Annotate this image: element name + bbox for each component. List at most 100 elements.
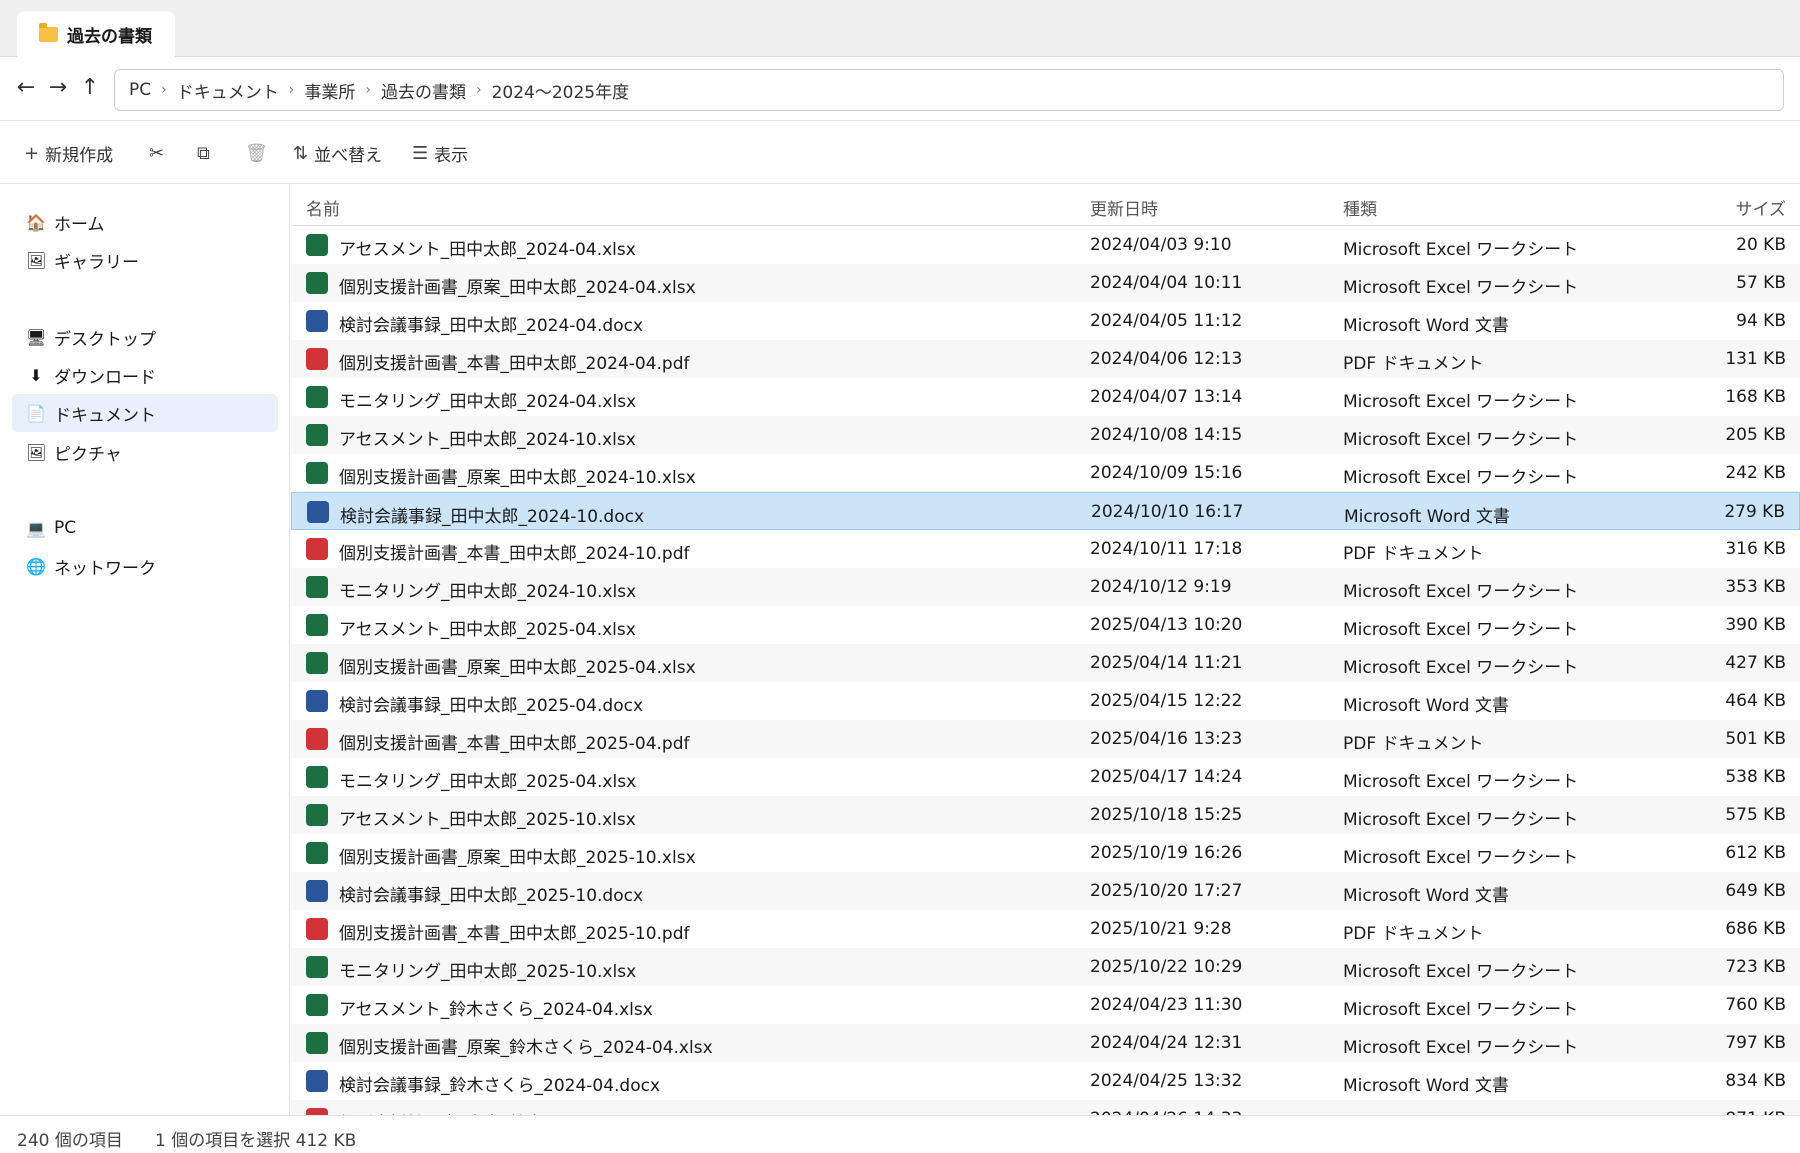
sort-button[interactable]: ⇅ 並べ替え: [293, 141, 382, 166]
file-name: 個別支援計画書_本書_田中太郎_2024-10.pdf: [339, 544, 690, 564]
excel-file-icon: [306, 614, 328, 636]
excel-file-icon: [306, 576, 328, 598]
table-row[interactable]: アセスメント_田中太郎_2025-04.xlsx 2025/04/13 10:20…: [291, 606, 1800, 644]
table-row[interactable]: 検討会議事録_田中太郎_2024-04.docx 2024/04/05 11:12…: [291, 302, 1800, 340]
file-type: Microsoft Word 文書: [1343, 696, 1509, 716]
file-date: 2024/04/04 10:11: [1090, 273, 1243, 293]
view-button[interactable]: ☰ 表示: [412, 141, 469, 166]
excel-file-icon: [306, 994, 328, 1016]
file-size: 797 KB: [1725, 1033, 1786, 1053]
sidebar-item-network[interactable]: 🌐 ネットワーク: [12, 547, 278, 585]
file-date: 2025/10/19 16:26: [1090, 843, 1243, 863]
file-date: 2024/04/07 13:14: [1090, 387, 1243, 407]
file-size: 94 KB: [1736, 311, 1786, 331]
pdf-file-icon: [306, 728, 328, 750]
file-type: Microsoft Excel ワークシート: [1343, 240, 1579, 260]
scissors-icon: ✂: [149, 142, 165, 164]
table-row[interactable]: 個別支援計画書_原案_田中太郎_2024-10.xlsx 2024/10/09 1…: [291, 454, 1800, 492]
table-row[interactable]: 検討会議事録_田中太郎_2024-10.docx 2024/10/10 16:17…: [291, 492, 1800, 530]
column-header-size[interactable]: サイズ: [1736, 195, 1787, 220]
excel-file-icon: [306, 234, 328, 256]
table-row[interactable]: アセスメント_田中太郎_2025-10.xlsx 2025/10/18 15:25…: [291, 796, 1800, 834]
table-row[interactable]: アセスメント_田中太郎_2024-10.xlsx 2024/10/08 14:15…: [291, 416, 1800, 454]
status-bar: 240 個の項目 1 個の項目を選択 412 KB: [0, 1115, 1800, 1153]
tab-past-documents[interactable]: 過去の書類: [17, 11, 175, 58]
breadcrumb-item-fiscal-year[interactable]: 2024〜2025年度: [492, 78, 630, 103]
file-date: 2025/10/18 15:25: [1090, 805, 1243, 825]
excel-file-icon: [306, 652, 328, 674]
file-size: 57 KB: [1736, 273, 1786, 293]
table-row[interactable]: 個別支援計画書_原案_田中太郎_2024-04.xlsx 2024/04/04 1…: [291, 264, 1800, 302]
file-type: Microsoft Word 文書: [1343, 1076, 1509, 1096]
pdf-file-icon: [306, 918, 328, 940]
file-date: 2025/04/13 10:20: [1090, 615, 1243, 635]
table-row[interactable]: アセスメント_田中太郎_2024-04.xlsx 2024/04/03 9:10 M…: [291, 226, 1800, 264]
table-row[interactable]: 個別支援計画書_本書_鈴木さくら_2024-04.pdf2024/04/26 1…: [291, 1100, 1800, 1115]
table-row[interactable]: 検討会議事録_田中太郎_2025-04.docx 2025/04/15 12:22…: [291, 682, 1800, 720]
column-header-date[interactable]: 更新日時: [1090, 195, 1158, 220]
file-size: 242 KB: [1725, 463, 1786, 483]
file-size: 538 KB: [1725, 767, 1786, 787]
file-size: 464 KB: [1725, 691, 1786, 711]
sidebar-item-label: デスクトップ: [54, 329, 156, 350]
excel-file-icon: [306, 1032, 328, 1054]
breadcrumb-item-past-documents[interactable]: 過去の書類: [381, 78, 466, 103]
globe-icon: 🌐: [26, 556, 46, 576]
new-button[interactable]: + 新規作成: [24, 141, 113, 166]
column-header-type[interactable]: 種類: [1343, 195, 1377, 220]
file-type: Microsoft Excel ワークシート: [1343, 392, 1579, 412]
file-type: Microsoft Excel ワークシート: [1343, 810, 1579, 830]
table-row[interactable]: 個別支援計画書_本書_田中太郎_2025-04.pdf 2025/04/16 13…: [291, 720, 1800, 758]
file-name: アセスメント_田中太郎_2025-04.xlsx: [339, 620, 636, 640]
sidebar-item-pc[interactable]: 💻 PC: [12, 509, 278, 547]
table-row[interactable]: モニタリング_田中太郎_2025-04.xlsx 2025/04/17 14:24…: [291, 758, 1800, 796]
file-size: 501 KB: [1725, 729, 1786, 749]
table-row[interactable]: 個別支援計画書_本書_田中太郎_2024-04.pdf 2024/04/06 12…: [291, 340, 1800, 378]
sidebar-item-home[interactable]: 🏠 ホーム: [12, 203, 278, 241]
file-name: モニタリング_田中太郎_2025-10.xlsx: [339, 962, 637, 982]
table-row[interactable]: 個別支援計画書_本書_田中太郎_2025-10.pdf 2025/10/21 9:…: [291, 910, 1800, 948]
table-row[interactable]: 個別支援計画書_原案_鈴木さくら_2024-04.xlsx 2024/04/24 …: [291, 1024, 1800, 1062]
file-size: 834 KB: [1725, 1071, 1786, 1091]
table-row[interactable]: 個別支援計画書_原案_田中太郎_2025-10.xlsx 2025/10/19 1…: [291, 834, 1800, 872]
table-row[interactable]: 検討会議事録_田中太郎_2025-10.docx 2025/10/20 17:27…: [291, 872, 1800, 910]
file-type: Microsoft Excel ワークシート: [1343, 772, 1579, 792]
sidebar-item-pictures[interactable]: 🖼 ピクチャ: [12, 433, 278, 471]
forward-button[interactable]: →: [44, 74, 72, 102]
file-name: モニタリング_田中太郎_2024-04.xlsx: [339, 392, 637, 412]
sidebar-item-label: ダウンロード: [54, 367, 156, 388]
table-row[interactable]: 検討会議事録_鈴木さくら_2024-04.docx 2024/04/25 13:3…: [291, 1062, 1800, 1100]
pdf-file-icon: [306, 348, 328, 370]
file-size: 649 KB: [1725, 881, 1786, 901]
file-type: Microsoft Word 文書: [1344, 507, 1510, 527]
breadcrumb-item-office[interactable]: 事業所: [304, 78, 355, 103]
breadcrumb[interactable]: PC › ドキュメント › 事業所 › 過去の書類 › 2024〜2025年度: [114, 69, 1784, 111]
view-button-label: 表示: [434, 145, 469, 166]
file-date: 2025/10/20 17:27: [1090, 881, 1243, 901]
table-row[interactable]: 個別支援計画書_本書_田中太郎_2024-10.pdf 2024/10/11 17…: [291, 530, 1800, 568]
up-button[interactable]: ↑: [76, 74, 104, 102]
table-row[interactable]: モニタリング_田中太郎_2025-10.xlsx 2025/10/22 10:29…: [291, 948, 1800, 986]
delete-button[interactable]: 🗑: [245, 141, 274, 165]
breadcrumb-item-documents[interactable]: ドキュメント: [177, 78, 279, 103]
table-row[interactable]: モニタリング_田中太郎_2024-10.xlsx 2024/10/12 9:19 M…: [291, 568, 1800, 606]
copy-button[interactable]: ⧉: [197, 141, 216, 165]
back-button[interactable]: ←: [12, 74, 40, 102]
file-name: アセスメント_田中太郎_2025-10.xlsx: [339, 810, 636, 830]
file-type: Microsoft Excel ワークシート: [1343, 962, 1579, 982]
pictures-icon: 🖼: [26, 442, 47, 462]
cut-button[interactable]: ✂: [149, 141, 170, 165]
sidebar-item-gallery[interactable]: 🖼 ギャラリー: [12, 241, 278, 279]
table-row[interactable]: 個別支援計画書_原案_田中太郎_2025-04.xlsx 2025/04/14 1…: [291, 644, 1800, 682]
sidebar-item-label: ホーム: [54, 214, 105, 235]
table-row[interactable]: モニタリング_田中太郎_2024-04.xlsx 2024/04/07 13:14…: [291, 378, 1800, 416]
breadcrumb-item-pc[interactable]: PC: [129, 80, 151, 100]
file-date: 2024/04/23 11:30: [1090, 995, 1243, 1015]
sidebar-item-documents[interactable]: 📄 ドキュメント: [12, 394, 278, 432]
file-type: Microsoft Excel ワークシート: [1343, 848, 1579, 868]
column-header-name[interactable]: 名前: [306, 195, 340, 220]
sidebar-item-label: ネットワーク: [54, 558, 156, 579]
sidebar-item-desktop[interactable]: 🖥 デスクトップ: [12, 318, 278, 356]
sidebar-item-downloads[interactable]: ⬇ ダウンロード: [12, 356, 278, 394]
table-row[interactable]: アセスメント_鈴木さくら_2024-04.xlsx 2024/04/23 11:3…: [291, 986, 1800, 1024]
